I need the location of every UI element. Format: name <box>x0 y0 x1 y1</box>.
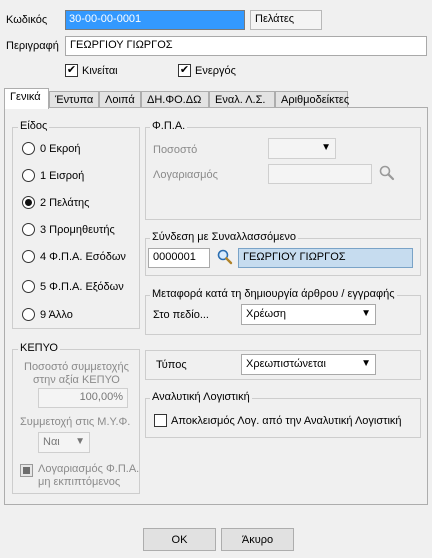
transfer-title: Μεταφορά κατά τη δημιουργία άρθρου / εγγ… <box>150 288 397 300</box>
eidos-radio-4[interactable]: 4 Φ.Π.Α. Εσόδων <box>22 250 126 263</box>
kepyo-pct-input[interactable]: 100,00% <box>38 388 128 408</box>
tab-forms[interactable]: Έντυπα <box>49 91 99 108</box>
eidos-radio-5[interactable]: 5 Φ.Π.Α. Εξόδων <box>22 280 124 293</box>
eidos-radio-0[interactable]: 0 Εκροή <box>22 142 81 155</box>
kepyo-vat-checkbox[interactable] <box>20 464 33 477</box>
kepyo-myf-select[interactable]: Ναι ▼ <box>38 432 90 453</box>
enabled-checkbox[interactable]: ✔ Ενεργός <box>178 64 236 77</box>
desc-input[interactable]: ΓΕΩΡΓΙΟΥ ΓΙΩΡΓΟΣ <box>65 36 427 56</box>
link-title: Σύνδεση με Συναλλασσόμενο <box>150 231 299 243</box>
cancel-button[interactable]: Άκυρο <box>221 528 294 551</box>
fpa-account-input[interactable] <box>268 164 372 184</box>
code-input[interactable]: 30-00-00-0001 <box>65 10 245 30</box>
chevron-down-icon: ▼ <box>361 358 371 369</box>
type-value: Χρεωπιστώνεται <box>246 358 326 370</box>
tab-ratios[interactable]: Αριθμοδείκτες <box>275 91 349 108</box>
search-icon[interactable] <box>378 164 396 182</box>
transfer-field-label: Στο πεδίο... <box>153 309 209 321</box>
analytic-exclude-check-icon <box>154 414 167 427</box>
fpa-pct-label: Ποσοστό <box>153 144 198 156</box>
analytic-title: Αναλυτική Λογιστική <box>150 391 252 403</box>
tab-dhfodo[interactable]: ΔΗ.ΦΟ.ΔΩ <box>141 91 209 108</box>
radio-dot-icon <box>22 280 35 293</box>
active-label: Κινείται <box>82 64 118 77</box>
kepyo-pct-label-2: στην αξία ΚΕΠΥΟ <box>33 374 120 386</box>
transfer-field-value: Χρέωση <box>246 308 286 320</box>
fpa-title: Φ.Π.Α. <box>150 120 188 132</box>
eidos-radio-label: 0 Εκροή <box>40 142 81 155</box>
transfer-field-select[interactable]: Χρέωση ▼ <box>241 304 376 325</box>
active-checkbox[interactable]: ✔ Κινείται <box>65 64 118 77</box>
eidos-radio-label: 5 Φ.Π.Α. Εξόδων <box>40 280 124 293</box>
eidos-radio-3[interactable]: 3 Προμηθευτής <box>22 223 115 236</box>
eidos-radio-label: 1 Εισροή <box>40 169 85 182</box>
active-check-icon: ✔ <box>65 64 78 77</box>
eidos-radio-6[interactable]: 9 Άλλο <box>22 308 73 321</box>
radio-dot-icon <box>22 169 35 182</box>
fpa-pct-select[interactable]: ▼ <box>268 138 336 159</box>
chevron-down-icon: ▼ <box>361 308 371 319</box>
kepyo-title: ΚΕΠΥΟ <box>18 342 60 354</box>
analytic-exclude-checkbox[interactable]: Αποκλεισμός Λογ. από την Αναλυτική Λογισ… <box>154 414 402 427</box>
radio-dot-icon <box>22 223 35 236</box>
eidos-radio-label: 4 Φ.Π.Α. Εσόδων <box>40 250 126 263</box>
radio-dot-icon <box>22 196 35 209</box>
kepyo-vat-label-1: Λογαριασμός Φ.Π.Α. <box>38 463 140 475</box>
kepyo-vat-label-2: μη εκπιπτόμενος <box>38 476 121 488</box>
eidos-radio-label: 9 Άλλο <box>40 308 73 321</box>
link-name-input[interactable]: ΓΕΩΡΓΙΟΥ ΓΙΩΡΓΟΣ <box>238 248 413 268</box>
search-icon[interactable] <box>216 248 234 266</box>
tab-other[interactable]: Λοιπά <box>99 91 141 108</box>
eidos-radio-label: 2 Πελάτης <box>40 196 90 209</box>
eidos-radio-label: 3 Προμηθευτής <box>40 223 115 236</box>
eidos-title: Είδος <box>18 120 50 132</box>
type-label: Τύπος <box>156 359 187 371</box>
eidos-radio-2[interactable]: 2 Πελάτης <box>22 196 89 209</box>
enabled-label: Ενεργός <box>195 64 236 77</box>
kepyo-pct-label-1: Ποσοστό συμμετοχής <box>24 361 129 373</box>
kepyo-myf-value: Ναι <box>43 436 60 448</box>
desc-label: Περιγραφή <box>6 40 59 52</box>
chevron-down-icon: ▼ <box>321 142 331 153</box>
chevron-down-icon: ▼ <box>75 436 85 447</box>
link-code-input[interactable]: 0000001 <box>148 248 210 268</box>
kepyo-myf-label: Συμμετοχή στις Μ.Υ.Φ. <box>20 416 131 428</box>
radio-dot-icon <box>22 142 35 155</box>
radio-dot-icon <box>22 308 35 321</box>
type-select[interactable]: Χρεωπιστώνεται ▼ <box>241 354 376 375</box>
kepyo-vat-check-icon <box>20 464 33 477</box>
radio-dot-icon <box>22 250 35 263</box>
eidos-radio-1[interactable]: 1 Εισροή <box>22 169 84 182</box>
analytic-exclude-label: Αποκλεισμός Λογ. από την Αναλυτική Λογισ… <box>171 414 402 427</box>
ok-button[interactable]: OK <box>143 528 216 551</box>
enabled-check-icon: ✔ <box>178 64 191 77</box>
tab-alt-ls[interactable]: Εναλ. Λ.Σ. <box>209 91 275 108</box>
tab-general[interactable]: Γενικά <box>4 88 49 109</box>
fpa-account-label: Λογαριασμός <box>153 169 218 181</box>
code-label: Κωδικός <box>6 14 48 26</box>
account-type-box: Πελάτες <box>250 10 322 30</box>
